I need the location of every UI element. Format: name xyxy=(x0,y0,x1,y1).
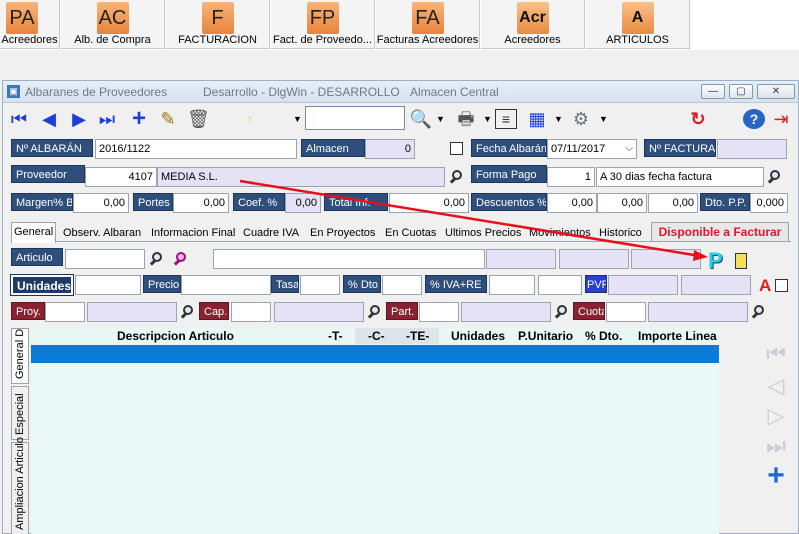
annotation-arrow-head xyxy=(693,250,708,261)
annotation-arrow-line xyxy=(239,179,701,258)
annotation-arrow xyxy=(239,179,708,261)
